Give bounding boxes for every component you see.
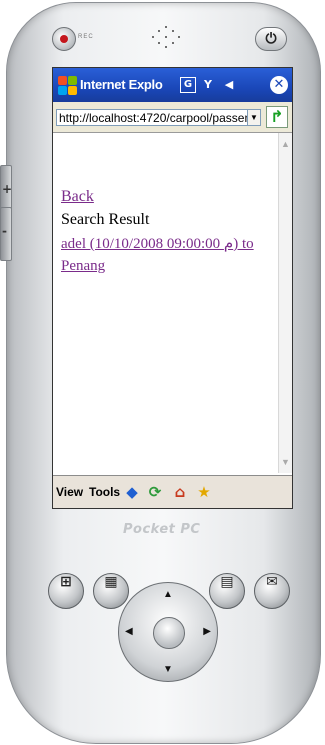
address-dropdown-icon[interactable]: ▼: [247, 109, 261, 126]
dpad-down-icon[interactable]: ▼: [163, 664, 173, 675]
back-link[interactable]: Back: [61, 188, 94, 206]
page-content: Back Search Result adel (10/10/2008 09:0…: [53, 133, 278, 473]
calendar-button[interactable]: ▦: [93, 573, 129, 609]
windows-start-icon[interactable]: [56, 74, 78, 96]
volume-down-button[interactable]: -: [0, 207, 12, 261]
pocket-pc-device: + - REC ⏻ Internet Explo G Y ◀︎ ✕ http:/…: [0, 0, 325, 745]
rec-label: REC: [78, 34, 94, 40]
start-menu-button[interactable]: ⊞: [48, 573, 84, 609]
title-bar: Internet Explo G Y ◀︎ ✕: [53, 68, 292, 102]
close-icon[interactable]: ✕: [270, 76, 288, 94]
vertical-scrollbar[interactable]: ▲ ▼: [278, 133, 292, 473]
navigation-pad[interactable]: ▲ ▼ ◀ ▶: [118, 582, 218, 682]
favorites-star-icon[interactable]: ★: [195, 483, 213, 501]
power-button[interactable]: ⏻: [255, 27, 287, 51]
scroll-up-icon[interactable]: ▲: [279, 137, 292, 151]
search-result-label: Search Result: [61, 211, 150, 228]
dpad-left-icon[interactable]: ◀: [125, 626, 133, 637]
dpad-up-icon[interactable]: ▲: [163, 589, 173, 600]
messaging-button[interactable]: ✉: [254, 573, 290, 609]
refresh-icon[interactable]: ⟳: [146, 483, 164, 501]
dpad-select-button[interactable]: [153, 617, 185, 649]
signal-strength-icon[interactable]: Y: [199, 77, 217, 93]
contacts-button[interactable]: ▤: [209, 573, 245, 609]
record-button[interactable]: [52, 27, 76, 51]
device-screen: Internet Explo G Y ◀︎ ✕ http://localhost…: [52, 67, 293, 509]
address-bar: http://localhost:4720/carpool/passenger …: [53, 102, 292, 133]
gprs-icon[interactable]: G: [180, 77, 196, 93]
menu-view[interactable]: View: [56, 485, 83, 499]
address-input[interactable]: http://localhost:4720/carpool/passenger: [56, 109, 248, 126]
menu-tools[interactable]: Tools: [89, 485, 120, 499]
window-title: Internet Explo: [80, 77, 163, 92]
volume-icon[interactable]: ◀︎: [219, 77, 239, 93]
go-button[interactable]: ↱: [266, 106, 288, 128]
search-result-link[interactable]: adel (10/10/2008 09:00:00 م) to Penang: [61, 233, 256, 277]
dpad-right-icon[interactable]: ▶: [203, 626, 211, 637]
back-arrow-icon[interactable]: ◆: [123, 483, 141, 501]
speaker-grille: [148, 24, 184, 50]
home-icon[interactable]: ⌂: [171, 483, 189, 501]
scroll-down-icon[interactable]: ▼: [279, 455, 292, 469]
menu-bar: View Tools ◆ ⟳ ⌂ ★: [53, 475, 292, 508]
pocket-pc-logo: Pocket PC: [123, 522, 201, 537]
